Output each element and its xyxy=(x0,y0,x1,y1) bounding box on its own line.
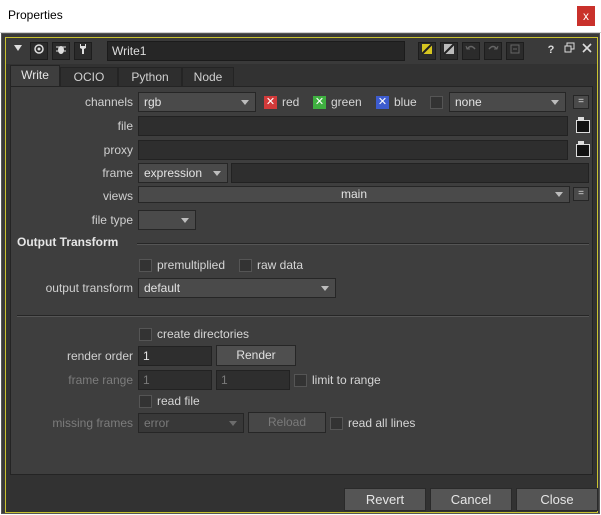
close-button[interactable]: Close xyxy=(516,488,598,511)
tab-ocio[interactable]: OCIO xyxy=(60,67,118,87)
read-file-label: read file xyxy=(157,394,200,408)
window-titlebar: Properties x xyxy=(0,0,601,33)
frame-range-label: frame range xyxy=(68,373,133,387)
frame-range-end-input: 1 xyxy=(216,370,290,390)
channels-value: rgb xyxy=(144,95,162,109)
revert-button[interactable]: Revert xyxy=(344,488,426,511)
missing-frames-value: error xyxy=(144,416,170,430)
frame-range-start-input: 1 xyxy=(138,370,212,390)
limit-to-range-label: limit to range xyxy=(312,373,381,387)
write-tab-body: channels rgb ✕ red ✕ green ✕ blue none =… xyxy=(10,86,593,475)
proxy-label: proxy xyxy=(103,143,133,157)
window-close-button[interactable]: x xyxy=(577,6,595,26)
channels-link-button[interactable]: = xyxy=(573,95,589,109)
read-all-lines-checkbox[interactable] xyxy=(330,417,343,430)
section-divider xyxy=(137,243,589,245)
tab-write[interactable]: Write xyxy=(10,65,60,87)
output-transform-value: default xyxy=(144,281,181,295)
render-divider xyxy=(17,315,589,317)
file-label: file xyxy=(117,119,133,133)
views-link-button[interactable]: = xyxy=(573,187,589,201)
alpha-channel-value: none xyxy=(455,95,482,109)
chevron-down-icon xyxy=(551,100,559,105)
chevron-down-icon xyxy=(229,421,237,426)
render-order-label: render order xyxy=(66,349,133,363)
premultiplied-checkbox[interactable] xyxy=(139,259,152,272)
tile-color-icon[interactable] xyxy=(418,42,436,60)
alpha-channel-dropdown[interactable]: none xyxy=(449,92,566,112)
node-center-icon[interactable] xyxy=(30,42,48,60)
blue-channel-checkbox[interactable]: ✕ xyxy=(376,96,389,109)
undo-icon xyxy=(462,42,480,60)
missing-frames-label: missing frames xyxy=(52,416,133,430)
premultiplied-label: premultiplied xyxy=(157,258,226,272)
file-type-dropdown[interactable] xyxy=(138,210,196,230)
raw-data-label: raw data xyxy=(257,258,304,272)
views-label: views xyxy=(102,189,133,203)
missing-frames-dropdown: error xyxy=(138,413,244,433)
green-channel-checkbox[interactable]: ✕ xyxy=(313,96,326,109)
properties-frame: Write1 ? Write OCIO Python Node channels… xyxy=(1,33,600,514)
node-name-field[interactable]: Write1 xyxy=(107,41,405,61)
render-order-input[interactable]: 1 xyxy=(138,346,212,366)
frame-mode-dropdown[interactable]: expression xyxy=(138,163,228,183)
views-value: main xyxy=(340,187,367,201)
reload-button: Reload xyxy=(248,412,326,433)
revert-knobs-icon xyxy=(506,42,524,60)
bug-icon[interactable] xyxy=(52,42,70,60)
node-panel: Write1 ? Write OCIO Python Node channels… xyxy=(5,37,598,513)
raw-data-checkbox[interactable] xyxy=(239,259,252,272)
output-transform-label: output transform xyxy=(45,281,133,295)
proxy-browse-icon[interactable] xyxy=(576,141,590,157)
red-channel-checkbox[interactable]: ✕ xyxy=(264,96,277,109)
limit-to-range-checkbox[interactable] xyxy=(294,374,307,387)
output-transform-section-title: Output Transform xyxy=(17,235,119,249)
redo-icon xyxy=(484,42,502,60)
green-channel-label: green xyxy=(331,95,362,109)
views-dropdown[interactable]: main xyxy=(138,186,570,203)
red-channel-label: red xyxy=(282,95,300,109)
create-directories-checkbox[interactable] xyxy=(139,328,152,341)
help-icon[interactable]: ? xyxy=(542,42,560,60)
proxy-input[interactable] xyxy=(138,140,568,160)
blue-channel-label: blue xyxy=(394,95,417,109)
frame-expression-input[interactable] xyxy=(231,163,589,183)
create-directories-label: create directories xyxy=(157,327,250,341)
file-browse-icon[interactable] xyxy=(576,117,590,133)
window-title: Properties xyxy=(8,8,63,22)
output-transform-dropdown[interactable]: default xyxy=(138,278,336,298)
chevron-down-icon xyxy=(241,100,249,105)
chevron-down-icon xyxy=(213,171,221,176)
gl-color-icon[interactable] xyxy=(440,42,458,60)
float-panel-icon[interactable] xyxy=(560,42,578,60)
channels-label: channels xyxy=(84,95,133,109)
read-all-lines-label: read all lines xyxy=(348,416,416,430)
alpha-channel-checkbox[interactable] xyxy=(430,96,443,109)
channels-dropdown[interactable]: rgb xyxy=(138,92,256,112)
frame-mode-value: expression xyxy=(144,166,203,180)
chevron-down-icon xyxy=(555,192,563,197)
tab-python[interactable]: Python xyxy=(118,67,182,87)
collapse-icon[interactable] xyxy=(9,42,27,60)
chevron-down-icon xyxy=(181,218,189,223)
file-input[interactable] xyxy=(138,116,568,136)
file-type-label: file type xyxy=(91,213,133,227)
render-button[interactable]: Render xyxy=(216,345,296,366)
node-toolbar: Write1 ? xyxy=(6,38,597,64)
cancel-button[interactable]: Cancel xyxy=(430,488,512,511)
wrench-icon[interactable] xyxy=(74,42,92,60)
tab-node[interactable]: Node xyxy=(182,67,234,87)
chevron-down-icon xyxy=(321,286,329,291)
close-panel-icon[interactable] xyxy=(578,42,596,60)
frame-label: frame xyxy=(102,166,133,180)
read-file-checkbox[interactable] xyxy=(139,395,152,408)
